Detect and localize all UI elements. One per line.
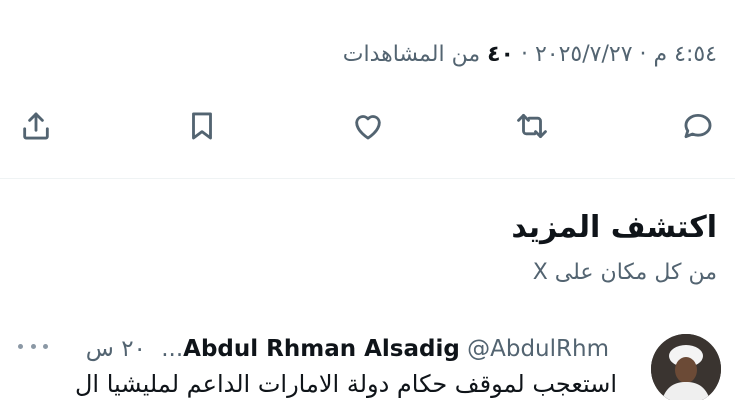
- more-dot-icon: [43, 343, 48, 349]
- avatar[interactable]: [651, 334, 721, 400]
- bookmark-icon: [192, 112, 212, 140]
- retweet-button[interactable]: [510, 104, 554, 148]
- share-icon: [23, 112, 49, 140]
- tweet-author-name[interactable]: Abdul Rhman Alsadig: [183, 336, 460, 362]
- reply-button[interactable]: [676, 104, 720, 148]
- tweet-meta: ٤:٥٤ م · ٢٠٢٥/٧/٢٧ · ٤٠ من المشاهدات: [343, 42, 717, 67]
- bookmark-button[interactable]: [180, 104, 224, 148]
- reply-icon: [684, 113, 712, 139]
- more-options-button[interactable]: [18, 336, 48, 356]
- views-label[interactable]: من المشاهدات: [343, 42, 480, 67]
- share-button[interactable]: [14, 104, 58, 148]
- like-button[interactable]: [346, 104, 390, 148]
- heart-icon: [355, 115, 381, 140]
- tweet-text[interactable]: استعجب لموقف حكام دولة الامارات الداعم ل…: [75, 370, 617, 398]
- retweet-icon: [517, 113, 547, 139]
- more-dot-icon: [30, 343, 36, 349]
- tweet-datetime[interactable]: ٤:٥٤ م · ٢٠٢٥/٧/٢٧ ·: [521, 42, 717, 67]
- avatar-image: [651, 334, 721, 400]
- views-count[interactable]: ٤٠: [487, 42, 514, 67]
- section-divider: [0, 178, 735, 179]
- discover-more-title: اكتشف المزيد: [511, 210, 717, 245]
- tweet-action-bar: [0, 104, 735, 148]
- tweet-header: Abdul Rhman Alsadig @AbdulRhm... ٢٠ س: [86, 336, 617, 362]
- discover-more-subtitle: من كل مكان على X: [532, 260, 717, 285]
- tweet-time[interactable]: ٢٠ س: [86, 336, 146, 362]
- more-dot-icon: [18, 343, 23, 349]
- tweet-detail-page: ٤:٥٤ م · ٢٠٢٥/٧/٢٧ · ٤٠ من المشاهدات اكت…: [0, 0, 735, 400]
